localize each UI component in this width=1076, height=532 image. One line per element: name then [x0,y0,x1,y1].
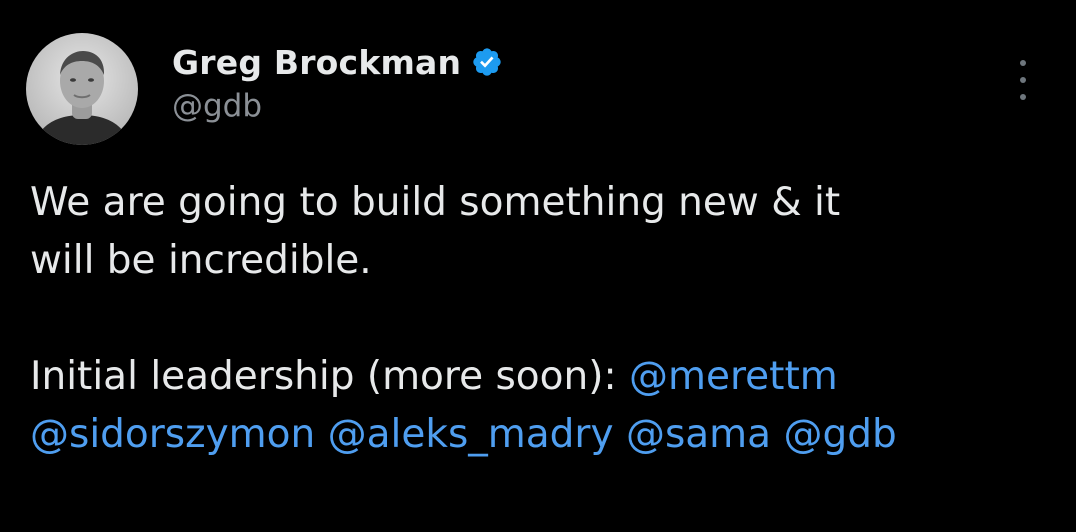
tweet-text: We are going to build something new & it… [30,174,1050,464]
mention-link[interactable]: @gdb [783,412,896,457]
more-dot [1020,60,1026,66]
mention-link[interactable]: @merettm [629,354,838,399]
verified-badge-icon [471,46,503,78]
more-dot [1020,94,1026,100]
leadership-text: Initial leadership (more soon): [30,354,629,399]
mention-link[interactable]: @sama [626,412,771,457]
tweet-author: Greg Brockman @gdb [172,40,503,124]
tweet: Greg Brockman @gdb We are going to build… [0,0,1076,532]
more-options-icon[interactable] [1010,60,1036,100]
name-row: Greg Brockman [172,40,503,84]
handle[interactable]: @gdb [172,88,503,124]
more-dot [1020,77,1026,83]
mention-link[interactable]: @sidorszymon [30,412,315,457]
avatar[interactable] [26,33,138,145]
display-name[interactable]: Greg Brockman [172,43,461,82]
tweet-text-line-3: Initial leadership (more soon): @merettm [30,348,1050,406]
tweet-text-line-1: We are going to build something new & it [30,180,841,225]
tweet-text-line-4: @sidorszymon @aleks_madry @sama @gdb [30,406,1050,464]
tweet-text-line-2: will be incredible. [30,238,372,283]
mention-link[interactable]: @aleks_madry [328,412,614,457]
